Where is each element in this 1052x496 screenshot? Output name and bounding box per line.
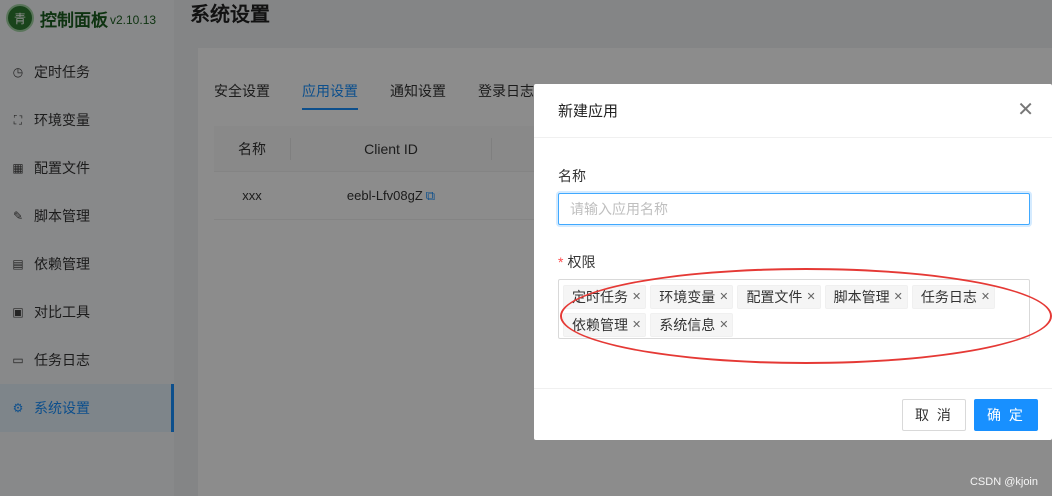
new-app-modal: 新建应用 ✕ 名称 *权限 定时任务✕ 环境变量✕ 配置文件✕ 脚本管理✕ 任务…: [534, 84, 1052, 440]
name-label: 名称: [558, 168, 586, 184]
modal-title: 新建应用: [534, 84, 1052, 138]
watermark: CSDN @kjoin: [969, 476, 1038, 488]
app-name-input[interactable]: [558, 193, 1030, 225]
required-mark: *: [558, 254, 564, 270]
annotation-ellipse: [560, 268, 1052, 364]
close-icon[interactable]: ✕: [1017, 100, 1034, 120]
cancel-button[interactable]: 取 消: [902, 399, 966, 431]
scope-label: * 权限: [558, 252, 595, 272]
modal-footer: 取 消 确 定: [534, 388, 1052, 440]
scope-label-text: 权限: [567, 254, 596, 270]
ok-button[interactable]: 确 定: [974, 399, 1038, 431]
